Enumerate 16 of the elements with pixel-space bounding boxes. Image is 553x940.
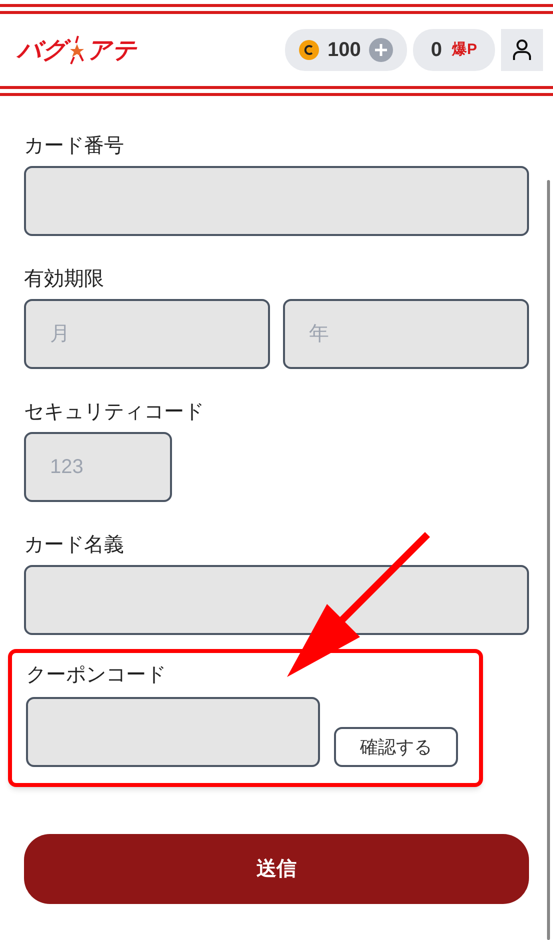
confirm-button[interactable]: 確認する xyxy=(334,727,458,767)
logo[interactable]: バグ アテ xyxy=(17,35,137,65)
field-label: セキュリティコード xyxy=(24,402,205,422)
field-label: カード名義 xyxy=(24,535,125,555)
input-field[interactable]: 月 xyxy=(24,299,270,369)
points-count: 0 xyxy=(430,38,442,63)
coin-count: 100 xyxy=(327,38,361,63)
coin-balance[interactable]: 100 xyxy=(285,29,407,71)
submit-button[interactable]: 送信 xyxy=(24,834,529,904)
points-unit: 爆P xyxy=(452,40,477,60)
input-field[interactable]: 123 xyxy=(24,432,172,502)
input-field[interactable]: 年 xyxy=(283,299,529,369)
field-label: クーポンコード xyxy=(26,665,167,685)
points-balance[interactable]: 0 爆P xyxy=(412,29,495,71)
field-label: カード番号 xyxy=(24,136,125,156)
field-label: 有効期限 xyxy=(24,269,105,289)
